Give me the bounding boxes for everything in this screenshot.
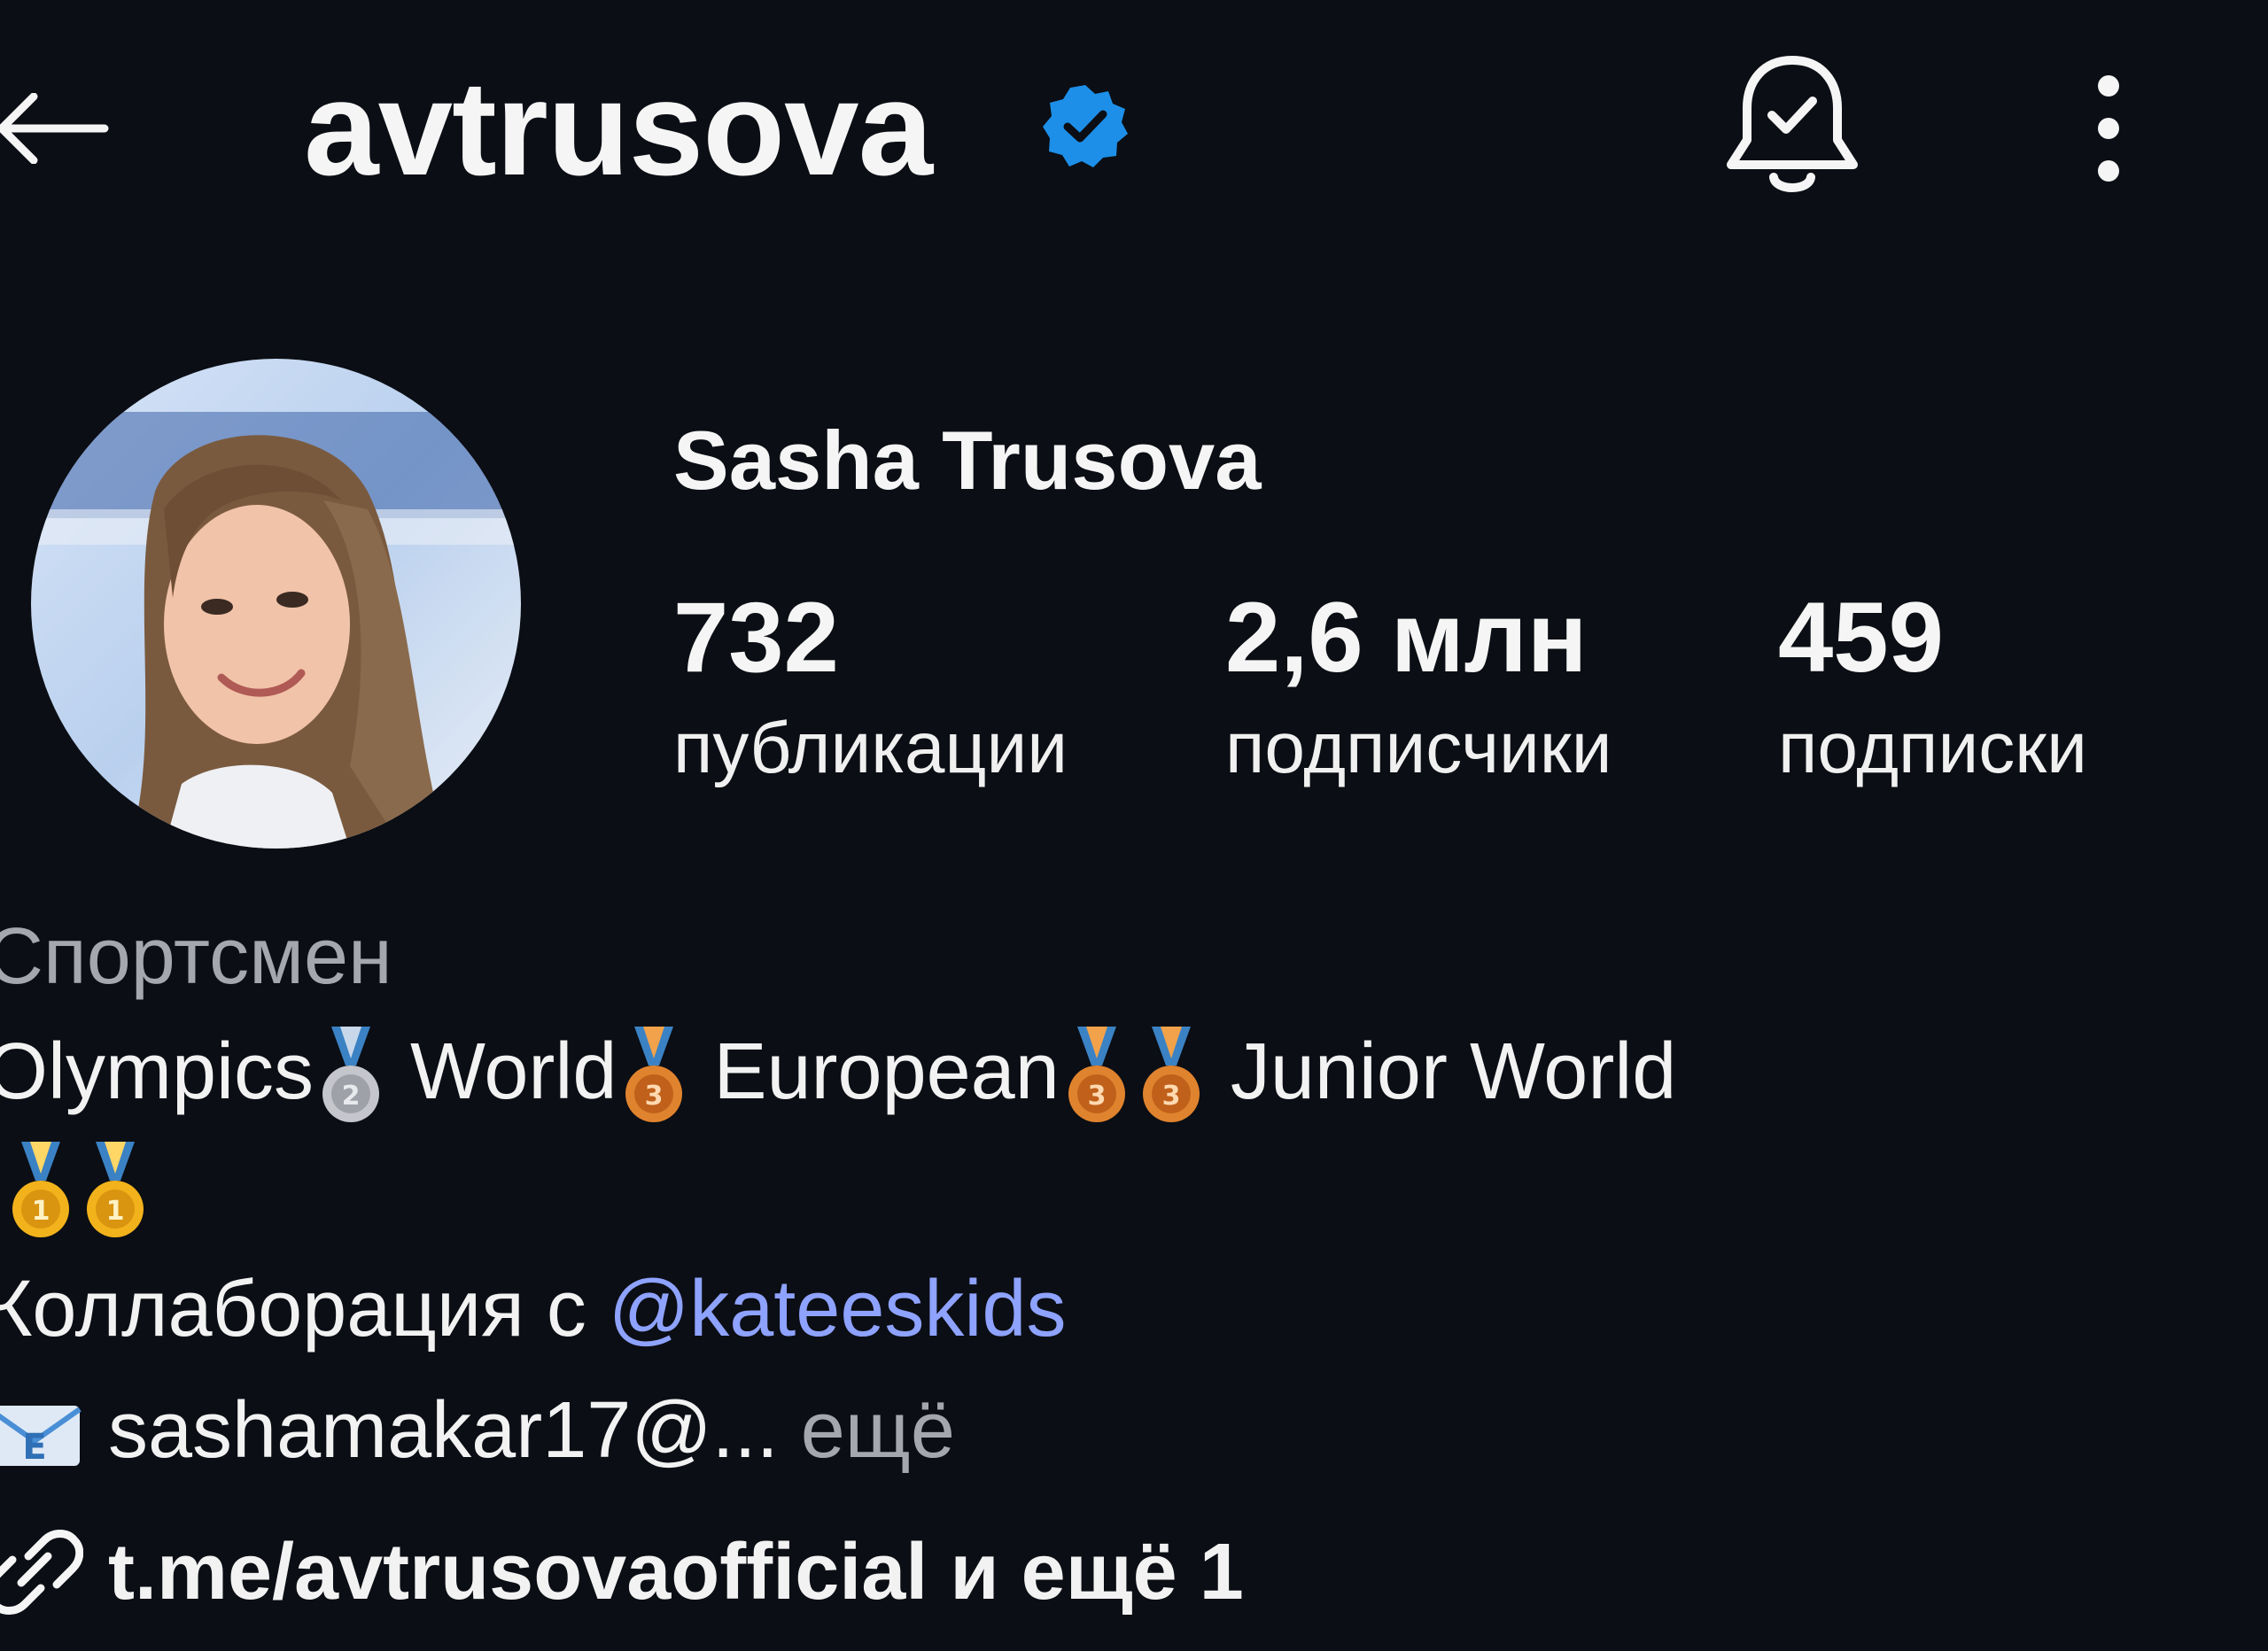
achievement-text: World bbox=[410, 1027, 617, 1116]
bio-external-link[interactable]: t.me/avtrusovaofficial и ещё 1 bbox=[0, 1519, 1244, 1625]
email-text: sashamakar17@... bbox=[108, 1386, 779, 1475]
bio-collaboration: Коллаборация с @kateeskids bbox=[0, 1256, 1066, 1362]
profile-username: avtrusova bbox=[304, 53, 933, 204]
silver-medal-icon: 2 bbox=[322, 1027, 380, 1123]
stat-label: публикации bbox=[673, 708, 1068, 788]
stat-value: 2,6 млн bbox=[1225, 582, 1588, 693]
link-icon bbox=[0, 1530, 83, 1615]
profile-category: Спортсмен bbox=[0, 912, 392, 1001]
junior-medals: 11 bbox=[4, 1134, 152, 1240]
profile-avatar[interactable] bbox=[31, 359, 521, 849]
svg-text:2: 2 bbox=[342, 1081, 361, 1112]
avatar-photo bbox=[31, 359, 521, 849]
bronze-medal-icon: 3 bbox=[1068, 1027, 1125, 1123]
verified-badge-icon bbox=[1043, 85, 1128, 167]
stat-following[interactable]: 459 подписки bbox=[1778, 576, 2087, 797]
bronze-medal-icon: 3 bbox=[1142, 1027, 1200, 1123]
stat-value: 459 bbox=[1778, 582, 1944, 693]
gold-medal-icon: 1 bbox=[12, 1142, 69, 1238]
back-arrow-icon bbox=[0, 93, 109, 164]
collab-mention-link[interactable]: @kateeskids bbox=[609, 1265, 1067, 1353]
stat-posts[interactable]: 732 публикации bbox=[673, 576, 1068, 797]
bio-more-link[interactable]: ещё bbox=[801, 1386, 955, 1475]
bio-achievements: Olympics 2 World 3 European 3 3 Junior World bbox=[0, 1019, 1676, 1129]
more-vertical-icon bbox=[2098, 75, 2119, 182]
stat-label: подписки bbox=[1778, 708, 2087, 788]
notifications-button[interactable] bbox=[1717, 46, 1868, 205]
bronze-medal-icon: 3 bbox=[625, 1027, 683, 1123]
bell-check-icon bbox=[1727, 56, 1858, 192]
bio-email: E sashamakar17@... ещё bbox=[0, 1377, 955, 1484]
stat-value: 732 bbox=[673, 582, 839, 693]
more-options-button[interactable] bbox=[2069, 66, 2148, 190]
profile-full-name: Sasha Trusova bbox=[673, 414, 1262, 507]
svg-text:E: E bbox=[22, 1427, 46, 1468]
stat-label: подписчики bbox=[1225, 708, 1612, 788]
back-button[interactable] bbox=[0, 84, 115, 173]
svg-text:3: 3 bbox=[645, 1081, 664, 1112]
link-text: t.me/avtrusovaofficial и ещё 1 bbox=[108, 1528, 1244, 1616]
achievement-text: European bbox=[713, 1027, 1060, 1116]
stat-followers[interactable]: 2,6 млн подписчики bbox=[1225, 576, 1612, 797]
achievement-text: Olympics bbox=[0, 1027, 315, 1116]
svg-text:3: 3 bbox=[1161, 1081, 1180, 1112]
envelope-icon: E bbox=[0, 1406, 82, 1468]
svg-text:3: 3 bbox=[1087, 1081, 1106, 1112]
collab-text: Коллаборация с bbox=[0, 1265, 586, 1353]
achievement-text: Junior World bbox=[1230, 1027, 1677, 1116]
svg-text:1: 1 bbox=[32, 1196, 50, 1227]
svg-text:1: 1 bbox=[106, 1196, 125, 1227]
gold-medal-icon: 1 bbox=[87, 1142, 144, 1238]
